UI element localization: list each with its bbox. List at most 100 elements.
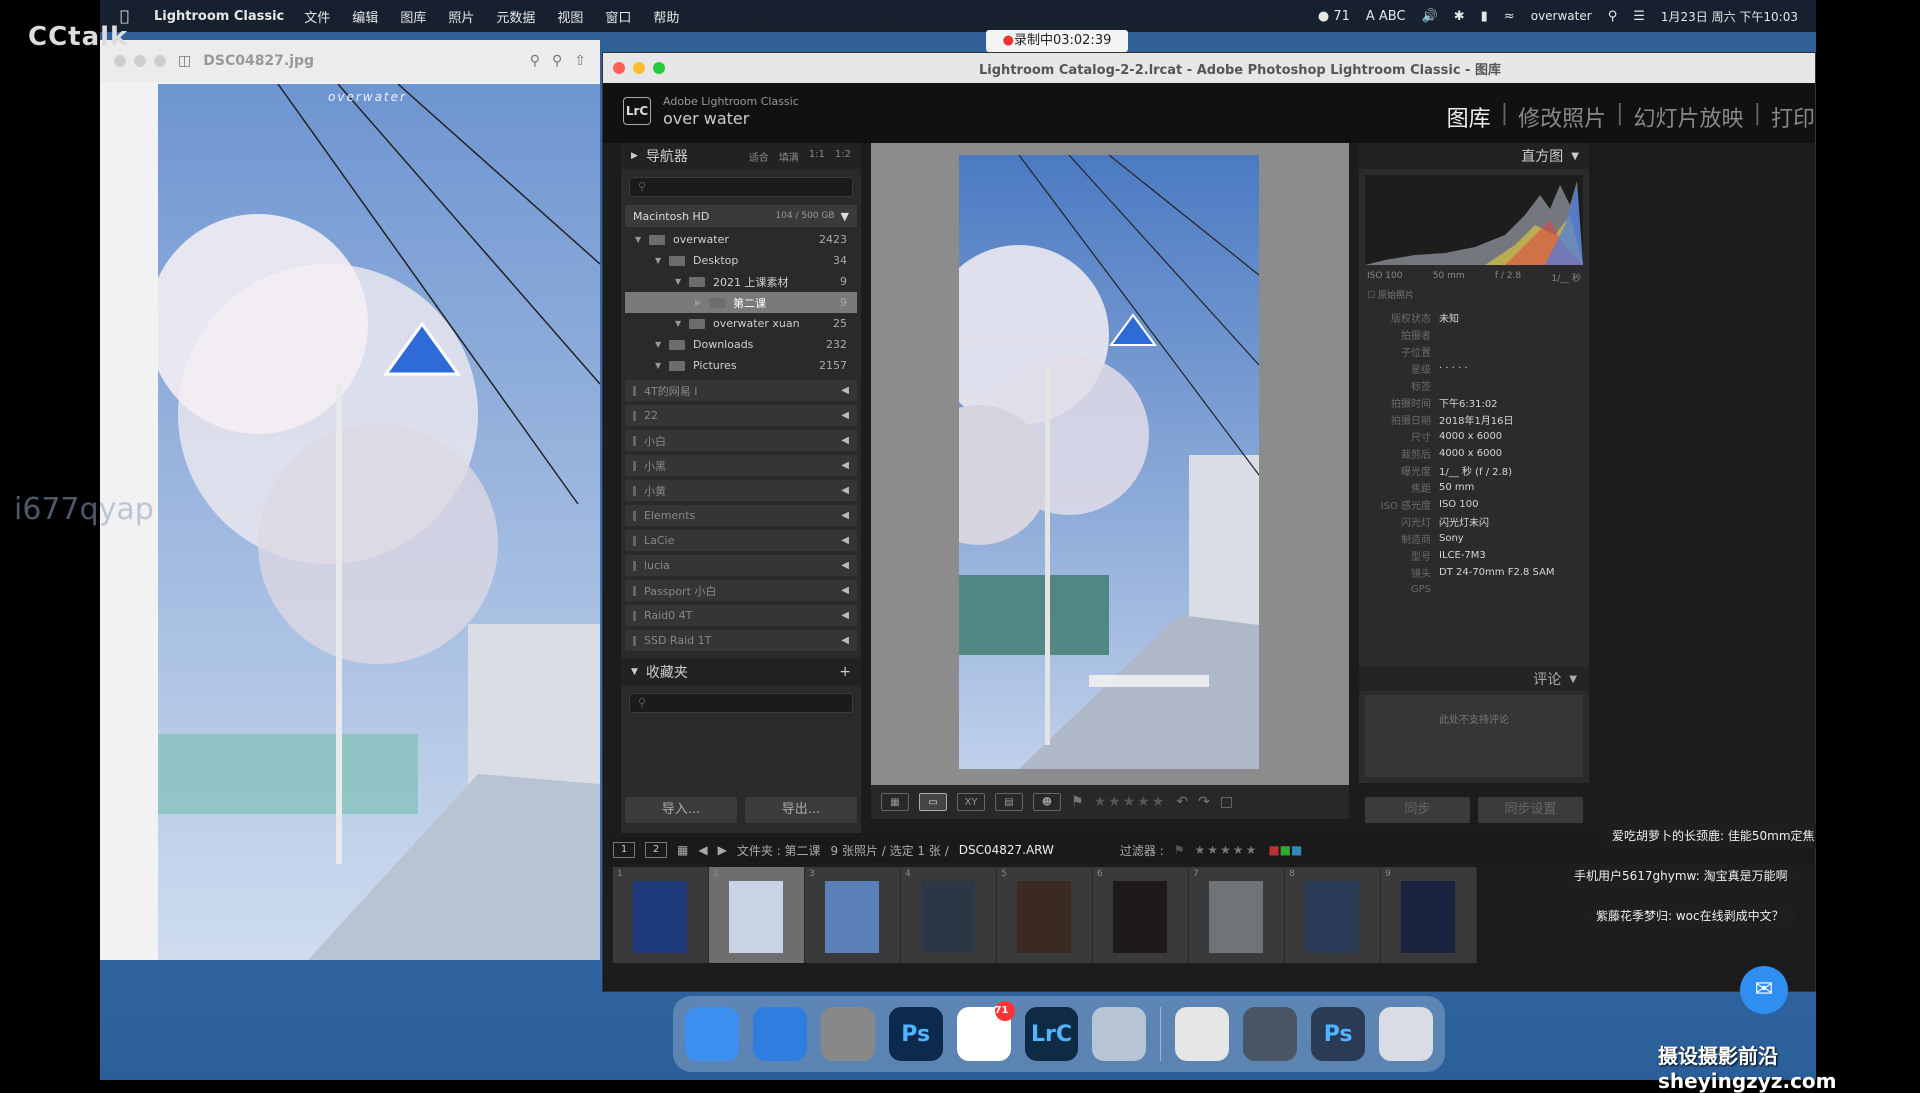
drive-row[interactable]: SSD Raid 1T ◀: [625, 630, 857, 651]
zoom-button[interactable]: [653, 62, 665, 74]
folder-row[interactable]: ▼ Pictures 2157: [625, 355, 857, 376]
filmstrip-thumbnail[interactable]: 9: [1381, 867, 1477, 963]
chevron-left-icon[interactable]: ◀: [841, 560, 849, 571]
chevron-left-icon[interactable]: ◀: [841, 485, 849, 496]
navigator-header[interactable]: ▶ 导航器 适合 填满 1:1 1:2: [621, 143, 861, 169]
folder-row[interactable]: ▶ 第二课 9: [625, 292, 857, 313]
close-button[interactable]: [613, 62, 625, 74]
drive-row[interactable]: 小白 ◀: [625, 430, 857, 451]
window-2-button[interactable]: 2: [645, 842, 667, 858]
nav-fill[interactable]: 填满: [779, 149, 799, 164]
filter-stars[interactable]: ★★★★★: [1195, 843, 1259, 857]
survey-view-icon[interactable]: ▤: [995, 793, 1023, 811]
metadata-value[interactable]: · · · · ·: [1439, 363, 1589, 374]
disclosure-triangle-icon[interactable]: ▼: [655, 361, 669, 370]
menu-metadata[interactable]: 元数据: [496, 7, 535, 26]
compare-view-icon[interactable]: XY: [957, 793, 985, 811]
dock-chrome-icon[interactable]: 71: [956, 1001, 1015, 1061]
disclosure-triangle-icon[interactable]: ▶: [695, 298, 709, 307]
minimize-button[interactable]: [134, 55, 146, 67]
metadata-value[interactable]: 下午6:31:02: [1439, 395, 1589, 410]
folder-row[interactable]: ▼ 2021 上课素材 9: [625, 271, 857, 292]
rotate-right-icon[interactable]: ↷: [1198, 794, 1210, 810]
zoom-button[interactable]: [154, 55, 166, 67]
metadata-value[interactable]: 4000 x 6000: [1439, 448, 1589, 459]
rotate-left-icon[interactable]: ↶: [1176, 794, 1188, 810]
panel-expand-icon[interactable]: ▼: [631, 667, 638, 677]
collections-header[interactable]: ▼ 收藏夹 +: [621, 659, 861, 685]
flag-icon[interactable]: ⚑: [1071, 794, 1084, 810]
loupe-view[interactable]: [871, 143, 1349, 785]
chevron-down-icon[interactable]: ▼: [841, 210, 849, 223]
chevron-down-icon[interactable]: ▼: [1571, 151, 1579, 162]
metadata-value[interactable]: ILCE-7M3: [1439, 550, 1589, 561]
disclosure-triangle-icon[interactable]: ▼: [655, 340, 669, 349]
people-view-icon[interactable]: ☻: [1033, 793, 1061, 811]
chat-bubble-icon[interactable]: ✉: [1740, 966, 1788, 1014]
chevron-left-icon[interactable]: ◀: [841, 460, 849, 471]
metadata-value[interactable]: 50 mm: [1439, 482, 1589, 493]
user-name[interactable]: overwater: [1531, 9, 1592, 23]
sync-button[interactable]: 同步: [1365, 797, 1470, 823]
metadata-value[interactable]: 未知: [1439, 310, 1589, 325]
module-slideshow[interactable]: 幻灯片放映: [1634, 101, 1744, 133]
battery-icon[interactable]: ▮: [1481, 9, 1488, 24]
module-develop[interactable]: 修改照片: [1518, 101, 1606, 133]
sync-settings-button[interactable]: 同步设置: [1478, 797, 1583, 823]
dock-system-preferences-icon[interactable]: [820, 1007, 875, 1061]
sidebar-toggle-icon[interactable]: ◫: [178, 53, 191, 69]
chevron-left-icon[interactable]: ◀: [841, 435, 849, 446]
chevron-left-icon[interactable]: ◀: [841, 510, 849, 521]
dock-lightroom-classic-icon[interactable]: LrC: [1024, 1007, 1079, 1061]
metadata-value[interactable]: DT 24-70mm F2.8 SAM: [1439, 567, 1589, 578]
menu-help[interactable]: 帮助: [653, 7, 679, 26]
folder-row[interactable]: ▼ overwater 2423: [625, 229, 857, 250]
volume-row[interactable]: Macintosh HD 104 / 500 GB ▼: [625, 205, 857, 227]
nav-fit[interactable]: 适合: [749, 149, 769, 164]
forward-arrow-icon[interactable]: ▶: [718, 843, 727, 857]
folder-row[interactable]: ▼ Desktop 34: [625, 250, 857, 271]
disclosure-triangle-icon[interactable]: ▼: [675, 277, 689, 286]
wifi-icon[interactable]: ≈: [1504, 9, 1515, 24]
nav-1-2[interactable]: 1:2: [835, 149, 851, 164]
dock-ps-document-icon[interactable]: Ps: [1311, 1007, 1366, 1061]
filmstrip-thumbnail[interactable]: 4: [901, 867, 997, 963]
zoom-in-icon[interactable]: ⚲: [552, 53, 562, 69]
disclosure-triangle-icon[interactable]: ▼: [635, 235, 649, 244]
drive-row[interactable]: 小黄 ◀: [625, 480, 857, 501]
module-library[interactable]: 图库: [1447, 101, 1491, 133]
clock[interactable]: 1月23日 周六 下午10:03: [1661, 8, 1798, 25]
close-button[interactable]: [114, 55, 126, 67]
dock-downloads-icon[interactable]: [1175, 1007, 1230, 1061]
module-print[interactable]: 打印: [1771, 101, 1815, 133]
grid-view-icon[interactable]: ▦: [881, 793, 909, 811]
menu-window[interactable]: 窗口: [605, 7, 631, 26]
filmstrip-thumbnail[interactable]: 8: [1285, 867, 1381, 963]
filter-flag-icon[interactable]: ⚑: [1174, 843, 1185, 857]
share-icon[interactable]: ⇧: [574, 53, 586, 69]
loupe-view-icon[interactable]: ▭: [919, 793, 947, 811]
dock-screenshot-icon[interactable]: [1243, 1007, 1298, 1061]
filmstrip-filename[interactable]: DSC04827.ARW: [959, 843, 1054, 857]
drive-row[interactable]: 4T的网易 I ◀: [625, 380, 857, 401]
chevron-down-icon[interactable]: ▼: [1569, 674, 1577, 685]
zoom-out-icon[interactable]: ⚲: [530, 53, 540, 69]
star-rating[interactable]: ★★★★★: [1094, 794, 1167, 810]
drive-row[interactable]: 22 ◀: [625, 405, 857, 426]
filmstrip-thumbnail[interactable]: 3: [805, 867, 901, 963]
input-method-icon[interactable]: A ABC: [1366, 9, 1406, 24]
comments-header[interactable]: 评论 ▼: [1359, 667, 1589, 691]
metadata-value[interactable]: 1/__ 秒 (f / 2.8): [1439, 463, 1589, 478]
folder-row[interactable]: ▼ Downloads 232: [625, 334, 857, 355]
nav-1-1[interactable]: 1:1: [809, 149, 825, 164]
add-collection-icon[interactable]: +: [839, 664, 851, 680]
menu-library[interactable]: 图库: [400, 7, 426, 26]
chevron-left-icon[interactable]: ◀: [841, 410, 849, 421]
spotlight-search-icon[interactable]: ⚲: [1608, 9, 1618, 24]
metadata-value[interactable]: 闪光灯未闪: [1439, 514, 1589, 529]
filmstrip-thumbnail[interactable]: 5: [997, 867, 1093, 963]
grid-icon[interactable]: ▦: [677, 843, 688, 857]
menu-edit[interactable]: 编辑: [352, 7, 378, 26]
folder-search-input[interactable]: ⚲: [629, 177, 853, 197]
metadata-value[interactable]: Sony: [1439, 533, 1589, 544]
